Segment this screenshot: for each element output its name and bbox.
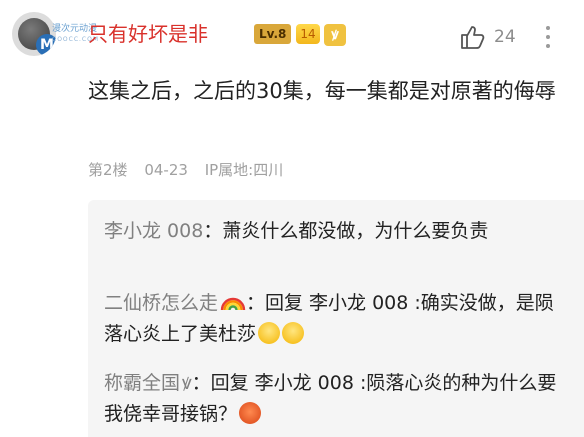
zodiac-badge: ꝟ [324, 24, 346, 46]
thumbs-up-icon[interactable] [459, 24, 485, 50]
avatar[interactable]: M [12, 12, 56, 56]
reply-author[interactable]: 二仙桥怎么走 [104, 292, 218, 314]
comment-content: 这集之后，之后的30集，每一集都是对原著的侮辱 [88, 79, 556, 103]
floor-number: 第2楼 [88, 161, 128, 179]
angry-emoji-icon [239, 402, 262, 424]
more-vertical-icon[interactable] [545, 26, 551, 48]
reply-author[interactable]: 称霸全国 [104, 372, 180, 394]
reply-author[interactable]: 李小龙 008 [104, 220, 203, 242]
username[interactable]: 只有好坏是非 [88, 20, 208, 48]
level-badge: Lv.8 [254, 24, 292, 44]
reply-item[interactable]: 二仙桥怎么走 ：回复 李小龙 008 :确实没做，是陨落心炎上了美杜莎 [104, 288, 564, 350]
grimace-emoji-icon [282, 322, 305, 344]
reply-item[interactable]: 称霸全国 ꝟ：回复 李小龙 008 :陨落心炎的种为什么要我侥幸哥接锅？ [104, 368, 564, 430]
post-date: 04-23 [144, 161, 188, 179]
ip-location: IP属地:四川 [204, 161, 284, 179]
reply-text: ：萧炎什么都没做，为什么要负责 [203, 220, 489, 242]
gem-badge: 14 [296, 24, 320, 44]
like-count: 24 [494, 27, 516, 47]
comment-header: M 漫次元动漫 COOCC.COM 只有好坏是非 Lv.8 14 ꝟ 24 [0, 0, 584, 72]
reply-item[interactable]: 李小龙 008：萧炎什么都没做，为什么要负责 [104, 216, 564, 247]
reply-list: 李小龙 008：萧炎什么都没做，为什么要负责 二仙桥怎么走 ：回复 李小龙 00… [88, 200, 584, 437]
rainbow-emoji-icon [220, 297, 246, 311]
grimace-emoji-icon [258, 322, 281, 344]
author-symbol: ꝟ [182, 372, 192, 394]
comment-meta: 第2楼 04-23 IP属地:四川 [88, 160, 295, 180]
